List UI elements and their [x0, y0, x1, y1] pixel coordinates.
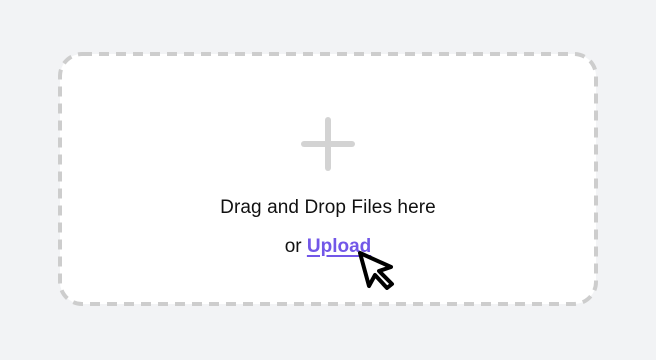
- dropzone-dashed-border: [58, 52, 598, 306]
- pointer-arrow-icon: [358, 251, 394, 290]
- drop-instruction: Drag and Drop Files here: [220, 197, 436, 218]
- upload-prompt: or Upload: [58, 236, 598, 258]
- file-dropzone[interactable]: Drag and Drop Files here or Upload: [58, 52, 598, 306]
- plus-icon: [301, 117, 355, 171]
- or-label: or: [284, 236, 302, 257]
